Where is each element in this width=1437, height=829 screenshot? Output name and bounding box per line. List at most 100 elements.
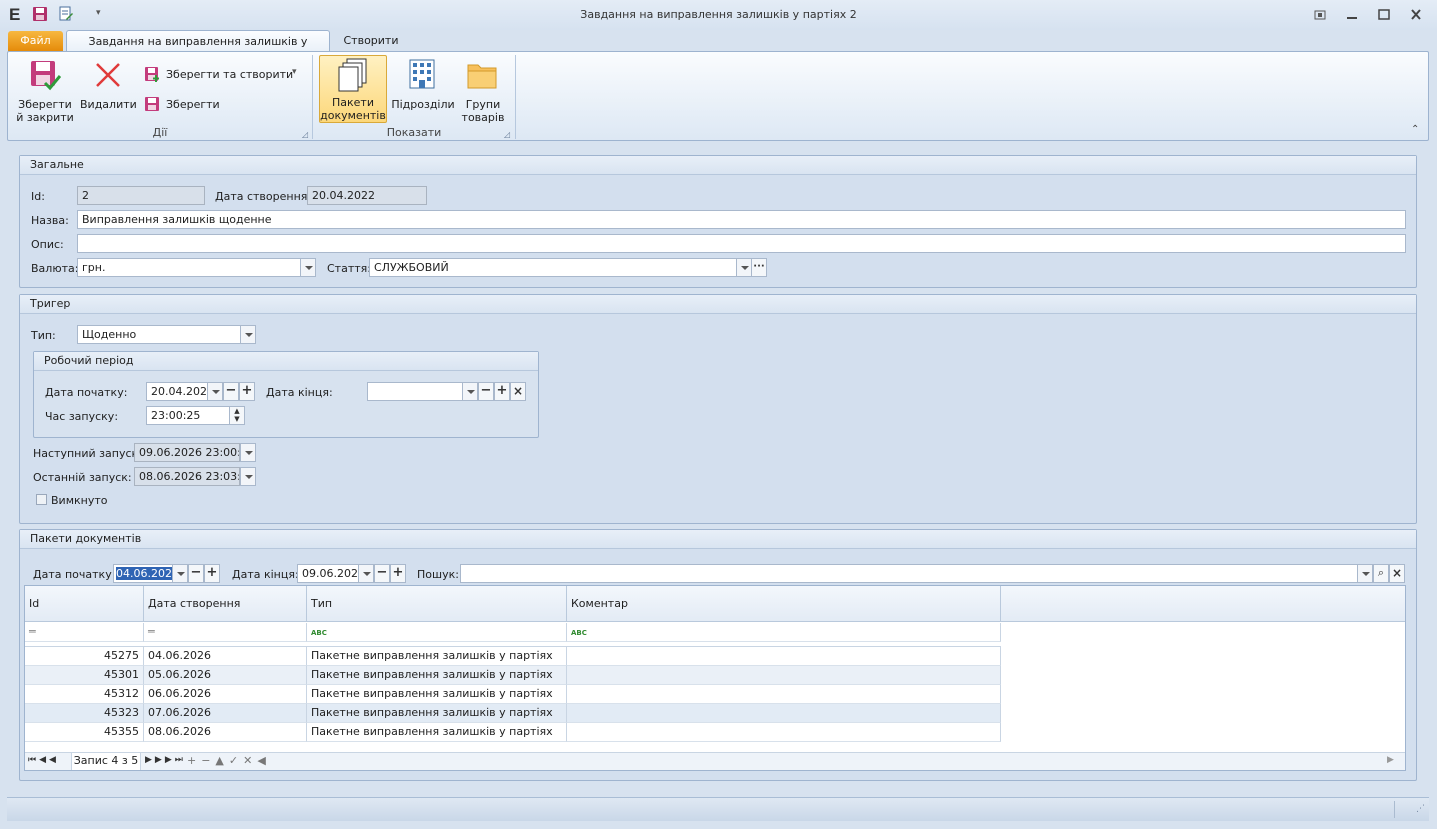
period-end-clear-button[interactable]: × — [510, 382, 526, 401]
resize-grip-icon[interactable]: ⋰ — [1416, 804, 1425, 814]
currency-dropdown-icon[interactable] — [300, 258, 316, 277]
column-header-id[interactable]: Id — [25, 586, 144, 622]
article-select[interactable]: СЛУЖБОВИЙ — [369, 258, 737, 277]
doc-packets-button[interactable]: Пакети документів — [319, 55, 387, 123]
save-icon — [144, 96, 160, 112]
filter-comment[interactable]: ABC — [567, 623, 1001, 642]
column-header-type[interactable]: Тип — [307, 586, 567, 622]
save-create-button[interactable]: Зберегти та створити ▾ — [142, 64, 302, 84]
packets-start-dropdown-icon[interactable] — [172, 564, 188, 583]
trigger-panel: Тригер Тип: Щоденно Робочий період Дата … — [19, 294, 1417, 524]
article-dropdown-icon[interactable] — [736, 258, 752, 277]
save-close-button[interactable]: Зберегти й закрити — [12, 56, 78, 124]
last-run-field[interactable]: 08.06.2026 23:03:18 — [134, 467, 240, 486]
status-divider — [1394, 801, 1395, 818]
tab-task[interactable]: Завдання на виправлення залишків у парті… — [66, 30, 330, 69]
next-run-field[interactable]: 09.06.2026 23:00:25 — [134, 443, 240, 462]
cell-id: 45312 — [25, 685, 144, 704]
table-row[interactable]: 45355 08.06.2026 Пакетне виправлення зал… — [25, 723, 1001, 742]
work-period-panel: Робочий період Дата початку: 20.04.2022 … — [33, 351, 539, 438]
nav-edit-icons[interactable]: +−▲✓✕◀ — [187, 754, 271, 767]
run-time-spin-button[interactable]: ▲ ▼ — [229, 406, 245, 425]
packets-end-label: Дата кінця: — [232, 568, 299, 581]
status-bar: ⋰ — [7, 797, 1429, 821]
period-end-field[interactable] — [367, 382, 463, 401]
period-start-minus-button[interactable]: − — [223, 382, 239, 401]
currency-select[interactable]: грн. — [77, 258, 301, 277]
trigger-header: Тригер — [20, 295, 1416, 314]
type-dropdown-icon[interactable] — [240, 325, 256, 344]
disabled-checkbox[interactable] — [36, 494, 47, 505]
cell-id: 45355 — [25, 723, 144, 742]
packets-end-plus-button[interactable]: + — [390, 564, 406, 583]
id-field[interactable]: 2 — [77, 186, 205, 205]
period-start-field[interactable]: 20.04.2022 — [146, 382, 208, 401]
period-start-dropdown-icon[interactable] — [207, 382, 223, 401]
filter-created[interactable]: ═ — [144, 623, 307, 642]
restore-layout-icon[interactable] — [1311, 7, 1329, 23]
type-select[interactable]: Щоденно — [77, 325, 241, 344]
article-more-button[interactable]: ··· — [751, 258, 767, 277]
run-time-field[interactable]: 23:00:25 — [146, 406, 230, 425]
filter-type[interactable]: ABC — [307, 623, 567, 642]
search-dropdown-icon[interactable] — [1357, 564, 1373, 583]
period-end-dropdown-icon[interactable] — [462, 382, 478, 401]
created-label: Дата створення: — [215, 190, 312, 203]
search-label: Пошук: — [417, 568, 459, 581]
table-row[interactable]: 45275 04.06.2026 Пакетне виправлення зал… — [25, 647, 1001, 666]
group-launcher-icon[interactable]: ◿ — [504, 130, 510, 139]
save-close-label-2: й закрити — [16, 111, 74, 124]
packets-start-plus-button[interactable]: + — [204, 564, 220, 583]
nav-next-last-icons[interactable]: ▶▶▶⏭ — [145, 755, 186, 765]
packets-end-field[interactable]: 09.06.2026 — [297, 564, 359, 583]
description-label: Опис: — [31, 238, 64, 251]
group-launcher-icon[interactable]: ◿ — [302, 130, 308, 139]
period-start-plus-button[interactable]: + — [239, 382, 255, 401]
product-groups-button[interactable]: Групи товарів — [457, 56, 509, 124]
save-button[interactable]: Зберегти — [142, 94, 242, 114]
packets-grid: Id Дата створення Тип Коментар ═ ═ ABC A… — [24, 585, 1406, 771]
maximize-icon[interactable] — [1375, 7, 1393, 23]
period-end-minus-button[interactable]: − — [478, 382, 494, 401]
scroll-right-icon[interactable]: ▶ — [1387, 755, 1394, 765]
search-icon[interactable]: ⌕ — [1373, 564, 1389, 583]
collapse-ribbon-icon[interactable]: ⌃ — [1411, 124, 1419, 135]
name-label: Назва: — [31, 214, 69, 227]
close-icon[interactable] — [1407, 7, 1425, 23]
cell-comment — [567, 685, 1001, 704]
tab-create[interactable]: Створити — [334, 30, 408, 52]
packets-start-minus-button[interactable]: − — [188, 564, 204, 583]
text-filter-icon: ABC — [571, 629, 587, 637]
tab-file[interactable]: Файл — [8, 31, 63, 51]
search-input[interactable] — [460, 564, 1358, 583]
last-run-label: Останній запуск: — [33, 471, 132, 484]
column-header-created[interactable]: Дата створення — [144, 586, 307, 622]
table-row[interactable]: 45312 06.06.2026 Пакетне виправлення зал… — [25, 685, 1001, 704]
minimize-icon[interactable] — [1343, 7, 1361, 23]
column-header-comment[interactable]: Коментар — [567, 586, 1001, 622]
created-field[interactable]: 20.04.2022 — [307, 186, 427, 205]
period-end-plus-button[interactable]: + — [494, 382, 510, 401]
name-field[interactable]: Виправлення залишків щоденне — [77, 210, 1406, 229]
next-run-dropdown-icon[interactable] — [240, 443, 256, 462]
search-clear-icon[interactable]: × — [1389, 564, 1405, 583]
product-groups-label-1: Групи — [465, 98, 501, 111]
cell-created: 04.06.2026 — [144, 647, 307, 666]
packets-start-label: Дата початку: — [33, 568, 116, 581]
filter-id[interactable]: ═ — [25, 623, 144, 642]
save-create-icon — [144, 66, 160, 82]
departments-button[interactable]: Підрозділи — [391, 56, 455, 124]
packets-start-field[interactable]: 04.06.2026 — [113, 564, 173, 583]
packets-end-minus-button[interactable]: − — [374, 564, 390, 583]
cell-created: 08.06.2026 — [144, 723, 307, 742]
save-close-label-1: Зберегти — [18, 98, 72, 111]
packets-end-dropdown-icon[interactable] — [358, 564, 374, 583]
nav-first-prev-icons[interactable]: ⏮◀◀ — [28, 755, 59, 765]
next-run-label: Наступний запуск: — [33, 447, 142, 460]
delete-button[interactable]: Видалити — [80, 56, 137, 124]
table-row[interactable]: 45301 05.06.2026 Пакетне виправлення зал… — [25, 666, 1001, 685]
table-row-selected[interactable]: 45323 07.06.2026 Пакетне виправлення зал… — [25, 704, 1001, 723]
description-field[interactable] — [77, 234, 1406, 253]
chevron-down-icon[interactable]: ▾ — [292, 67, 297, 77]
last-run-dropdown-icon[interactable] — [240, 467, 256, 486]
